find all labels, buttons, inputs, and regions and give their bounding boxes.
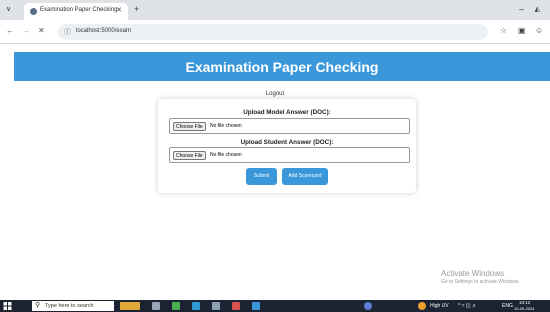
add-scorecard-button[interactable]: Add Scorecard xyxy=(282,168,328,185)
student-answer-label: Upload Student Answer (DOC): xyxy=(240,139,334,146)
model-answer-file-input[interactable]: Choose File No file chosen xyxy=(169,118,410,134)
tray-icons[interactable]: ^ ≈ ◱ ♬ xyxy=(458,303,477,309)
tab-list-icon[interactable]: ∨ xyxy=(6,5,11,13)
site-info-icon[interactable]: ⓘ xyxy=(64,27,71,37)
plus-icon[interactable]: + xyxy=(134,5,139,14)
activate-windows-title: Activate Windows xyxy=(441,269,505,278)
student-answer-file-input[interactable]: Choose File No file chosen xyxy=(169,147,410,163)
choose-file-button[interactable]: Choose File xyxy=(173,122,206,131)
app-icon[interactable] xyxy=(232,302,240,310)
logout-label[interactable]: Logout xyxy=(266,91,284,97)
clock-date[interactable]: 10-09-2024 xyxy=(514,306,534,312)
upload-form: Upload Model Answer (DOC): Choose File N… xyxy=(158,99,416,193)
file-status: No file chosen xyxy=(210,152,242,158)
weather-text[interactable]: High UV xyxy=(430,303,449,309)
file-status: No file chosen xyxy=(210,123,242,129)
taskbar-search[interactable]: ⚲ Type here to search xyxy=(32,301,114,311)
url-text[interactable]: localhost:5000/exam xyxy=(76,28,131,34)
windows-start-icon[interactable] xyxy=(2,301,13,311)
star-icon[interactable]: ☆ xyxy=(500,26,507,35)
language-indicator[interactable]: ENG xyxy=(502,303,513,309)
task-view-icon[interactable] xyxy=(152,302,160,310)
logout-link[interactable]: Logout xyxy=(0,91,550,97)
forward-icon[interactable]: → xyxy=(22,26,30,35)
search-placeholder: Type here to search xyxy=(45,303,94,309)
weather-icon xyxy=(418,302,426,310)
app-icon[interactable] xyxy=(172,302,180,310)
browser-nav-bar: ← → ✕ ⓘ localhost:5000/exam ☆ ▣ ☺ xyxy=(0,20,550,44)
search-icon: ⚲ xyxy=(35,302,41,309)
app-icon[interactable] xyxy=(364,302,372,310)
tab-title: Examination Paper Checking xyxy=(40,7,118,13)
activate-windows-subtitle: Go to Settings to activate Windows. xyxy=(441,279,520,285)
model-answer-label: Upload Model Answer (DOC): xyxy=(243,109,331,116)
stop-icon[interactable]: ✕ xyxy=(38,26,45,35)
minimize-icon[interactable]: – xyxy=(519,4,524,14)
submit-button[interactable]: Submit xyxy=(246,168,277,185)
address-bar[interactable]: ⓘ localhost:5000/exam xyxy=(58,24,488,40)
window-close-icon[interactable]: ◭ xyxy=(535,5,540,13)
browser-app-icon[interactable] xyxy=(252,302,260,310)
choose-file-button[interactable]: Choose File xyxy=(173,151,206,160)
sidebar-icon[interactable]: ▣ xyxy=(518,26,526,35)
app-icon[interactable] xyxy=(212,302,220,310)
back-icon[interactable]: ← xyxy=(6,26,14,35)
page-title: Examination Paper Checking xyxy=(185,59,379,75)
app-icon[interactable] xyxy=(192,302,200,310)
close-icon[interactable]: ✕ xyxy=(116,6,122,14)
browser-tab[interactable]: Examination Paper Checking ✕ xyxy=(24,3,128,20)
favicon-icon xyxy=(30,8,37,15)
profile-icon[interactable]: ☺ xyxy=(535,26,543,35)
news-widget-icon[interactable] xyxy=(120,302,140,310)
taskbar: ⚲ Type here to search High UV ^ ≈ ◱ ♬ EN… xyxy=(0,300,550,312)
page-header: Examination Paper Checking xyxy=(14,52,550,81)
browser-tab-bar: ∨ Examination Paper Checking ✕ + – ◭ xyxy=(0,0,550,20)
